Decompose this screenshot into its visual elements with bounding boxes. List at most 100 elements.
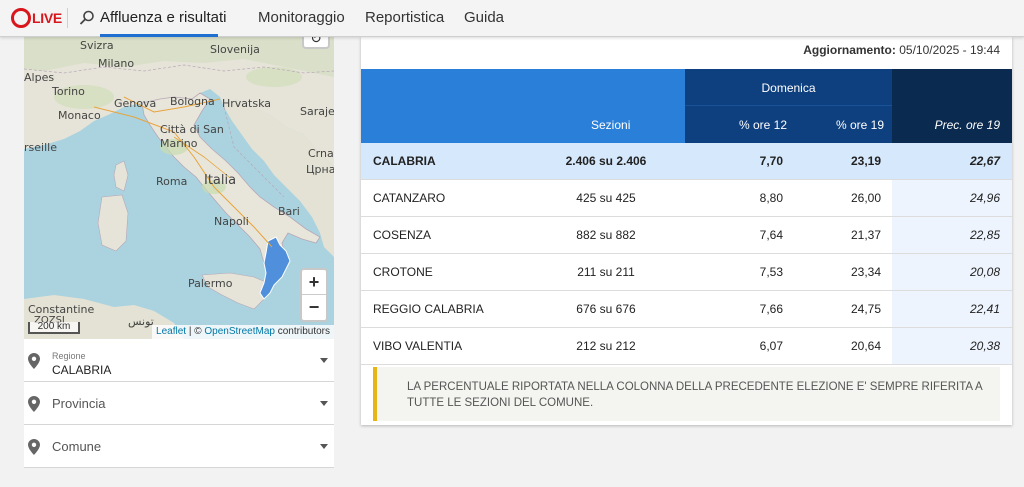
location-pin-icon — [28, 439, 40, 455]
map-label-marseille: rseille — [24, 141, 57, 154]
row-ore19: 20,64 — [850, 339, 881, 353]
table-row-total[interactable]: CALABRIA 2.406 su 2.406 7,70 23,19 22,67 — [361, 143, 1012, 180]
map-label-bari: Bari — [278, 205, 300, 218]
map-label-roma: Roma — [156, 175, 188, 188]
map-label-alpes: Alpes — [24, 71, 55, 84]
attribution-separator: | © — [186, 326, 205, 337]
table-row[interactable]: CATANZARO 425 su 425 8,80 26,00 24,96 — [361, 180, 1012, 217]
zoom-control: + − — [300, 268, 328, 322]
row-name: CATANZARO — [373, 191, 446, 205]
chevron-down-icon — [320, 358, 328, 363]
row-name: VIBO VALENTIA — [373, 339, 463, 353]
map-label-genova: Genova — [114, 97, 157, 110]
row-ore12: 7,66 — [759, 302, 783, 316]
results-card: Aggiornamento: 05/10/2025 - 19:44 Sezion… — [361, 37, 1012, 425]
row-prec: 22,85 — [892, 217, 1012, 253]
row-ore19: 24,75 — [850, 302, 881, 316]
tab-monitoraggio[interactable]: Monitoraggio — [258, 0, 345, 37]
map-label-napoli: Napoli — [214, 215, 249, 228]
row-prec: 20,08 — [892, 254, 1012, 290]
osm-link[interactable]: OpenStreetMap — [204, 326, 275, 337]
header-prec-cell: Prec. ore 19 — [892, 69, 1012, 143]
logo-ring-icon — [11, 8, 31, 28]
header-domenica-group: Domenica % ore 12 % ore 19 — [685, 69, 892, 143]
row-ore12: 8,80 — [759, 191, 783, 205]
table-header: Sezioni Domenica % ore 12 % ore 19 Prec.… — [361, 69, 1012, 143]
update-timestamp: Aggiornamento: 05/10/2025 - 19:44 — [803, 43, 1000, 57]
map-label-milano: Milano — [98, 57, 135, 70]
map-label-crna: Crna — [308, 147, 334, 160]
search-icon[interactable] — [78, 9, 96, 27]
table-row[interactable]: CROTONE 211 su 211 7,53 23,34 20,08 — [361, 254, 1012, 291]
map-label-torino: Torino — [52, 85, 85, 98]
row-name: CALABRIA — [373, 154, 436, 168]
tab-guida[interactable]: Guida — [464, 0, 504, 37]
map-label-italia: Italia — [204, 173, 237, 188]
row-ore12: 7,64 — [759, 228, 783, 242]
table-row[interactable]: REGGIO CALABRIA 676 su 676 7,66 24,75 22… — [361, 291, 1012, 328]
map-label-tunis: تونس — [128, 315, 154, 328]
row-sezioni: 882 su 882 — [576, 228, 636, 242]
update-value: 05/10/2025 - 19:44 — [899, 43, 1000, 57]
live-logo[interactable]: LIVE — [11, 8, 62, 28]
header-sezioni-cell: Sezioni — [361, 69, 685, 143]
map-label-crna-cyrillic: Црна — [306, 163, 334, 176]
attribution-tail: contributors — [274, 326, 330, 337]
header-sezioni: Sezioni — [591, 118, 631, 132]
row-sezioni: 676 su 676 — [576, 302, 636, 316]
header-prec: Prec. ore 19 — [934, 118, 1000, 132]
map-label-bologna: Bologna — [170, 95, 215, 108]
provincia-placeholder: Provincia — [52, 396, 106, 411]
location-pin-icon — [28, 396, 40, 412]
chevron-down-icon — [320, 401, 328, 406]
left-panel: Svizra Slovenija Alpes Milano Torino Gen… — [0, 37, 346, 487]
row-name: CROTONE — [373, 265, 433, 279]
zoom-in-button[interactable]: + — [302, 270, 326, 295]
map-label-monaco: Monaco — [58, 109, 101, 122]
leaflet-link[interactable]: Leaflet — [156, 326, 186, 337]
tab-reportistica[interactable]: Reportistica — [365, 0, 444, 37]
row-ore19: 23,19 — [850, 154, 881, 168]
regione-label: Regione — [52, 351, 86, 361]
map-tiles — [24, 37, 334, 339]
row-ore12: 7,53 — [759, 265, 783, 279]
row-ore12: 6,07 — [759, 339, 783, 353]
row-ore19: 21,37 — [850, 228, 881, 242]
row-sezioni: 211 su 211 — [577, 265, 635, 279]
map-label-slovenija: Slovenija — [210, 43, 260, 56]
map-attribution: Leaflet | © OpenStreetMap contributors — [152, 325, 334, 339]
zoom-out-button[interactable]: − — [302, 295, 326, 320]
header-divider — [685, 105, 892, 106]
map-label-svizra: Svizra — [80, 39, 114, 52]
row-ore19: 26,00 — [850, 191, 881, 205]
comune-select[interactable]: Comune — [24, 425, 334, 468]
map-label-palermo: Palermo — [188, 277, 233, 290]
location-selectors: Regione CALABRIA Provincia Comune — [24, 339, 334, 468]
map-label-san-marino: Città di San Marino — [160, 123, 224, 150]
header-domenica: Domenica — [761, 81, 816, 95]
row-name: REGGIO CALABRIA — [373, 302, 484, 316]
map-label-sarajevo: Sarajev — [300, 105, 334, 118]
row-ore19: 23,34 — [850, 265, 881, 279]
update-label: Aggiornamento: — [803, 43, 896, 57]
regione-select[interactable]: Regione CALABRIA — [24, 339, 334, 382]
table-row[interactable]: COSENZA 882 su 882 7,64 21,37 22,85 — [361, 217, 1012, 254]
row-prec: 20,38 — [892, 328, 1012, 364]
header-ore12: % ore 12 — [739, 118, 788, 132]
row-ore12: 7,70 — [759, 154, 783, 168]
regione-value: CALABRIA — [52, 363, 112, 377]
tab-affluenza-e-risultati[interactable]: Affluenza e risultati — [100, 0, 226, 37]
table-row[interactable]: VIBO VALENTIA 212 su 212 6,07 20,64 20,3… — [361, 328, 1012, 365]
refresh-icon[interactable]: ↻ — [302, 37, 330, 49]
info-note: LA PERCENTUALE RIPORTATA NELLA COLONNA D… — [373, 367, 1000, 421]
row-sezioni: 2.406 su 2.406 — [565, 154, 647, 168]
row-name: COSENZA — [373, 228, 432, 242]
row-prec: 24,96 — [892, 180, 1012, 216]
map[interactable]: Svizra Slovenija Alpes Milano Torino Gen… — [24, 37, 334, 339]
chevron-down-icon — [320, 444, 328, 449]
logo-divider — [67, 8, 68, 28]
logo-text: LIVE — [32, 10, 62, 26]
map-scale: 200 km — [28, 322, 80, 334]
provincia-select[interactable]: Provincia — [24, 382, 334, 425]
row-prec: 22,41 — [892, 291, 1012, 327]
